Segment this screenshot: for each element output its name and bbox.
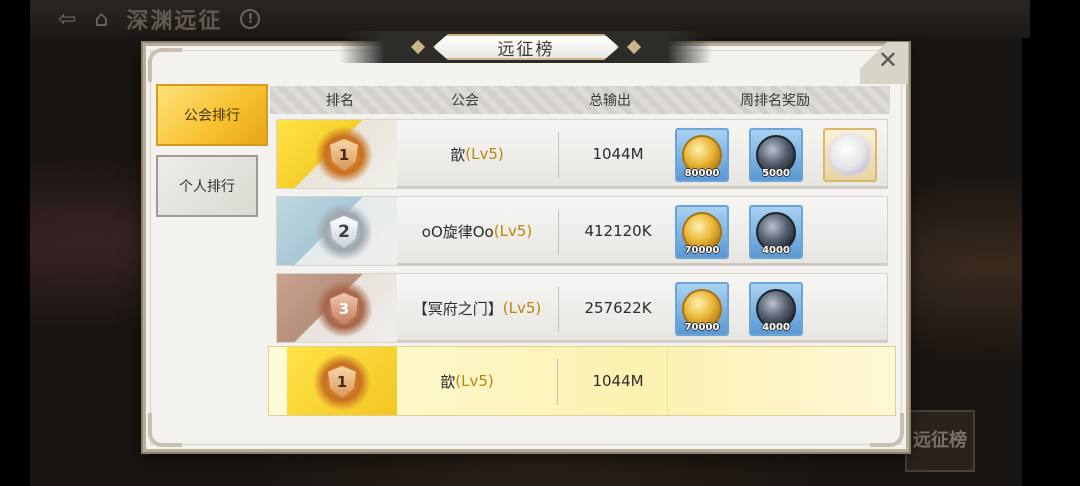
reward-list: 70000 4000 xyxy=(675,205,803,259)
table-row[interactable]: 1 歆 (Lv5) 1044M 80000 5000 xyxy=(276,119,888,189)
tab-guild-ranking[interactable]: 公会排行 xyxy=(156,84,268,146)
reward-qty: 4000 xyxy=(762,322,790,333)
guild-name: 歆 xyxy=(450,145,466,164)
tab-label: 公会排行 xyxy=(184,108,240,124)
tab-label: 个人排行 xyxy=(179,179,235,195)
dialog-title-plate: 远征榜 xyxy=(340,31,712,63)
guild-name-cell: 歆 (Lv5) xyxy=(397,120,557,188)
reward-qty: 80000 xyxy=(684,168,720,179)
guild-level: (Lv5) xyxy=(465,145,504,163)
guild-name-cell: 【冥府之门】 (Lv5) xyxy=(397,274,557,342)
guild-name: oO旋律Oo xyxy=(421,222,494,241)
corner-ornament xyxy=(148,413,182,447)
total-damage: 412120K xyxy=(584,222,652,240)
guild-name: 歆 xyxy=(440,372,456,391)
reward-qty: 5000 xyxy=(762,168,790,179)
reward-item[interactable]: 70000 xyxy=(675,205,729,259)
reward-item[interactable]: 80000 xyxy=(675,128,729,182)
total-damage: 1044M xyxy=(592,372,644,390)
total-damage: 1044M xyxy=(592,145,644,163)
table-row[interactable]: 2 oO旋律Oo (Lv5) 412120K 70000 4000 xyxy=(276,196,888,266)
expedition-rank-button[interactable]: 远征榜 xyxy=(905,410,975,472)
diamond-ornament-icon xyxy=(410,39,426,55)
page-title: 深渊远征 xyxy=(126,8,223,34)
info-icon[interactable]: ! xyxy=(240,9,261,29)
table-row[interactable]: 3 【冥府之门】 (Lv5) 257622K 70000 4000 xyxy=(276,273,888,343)
header-guild: 公会 xyxy=(451,93,479,109)
table-header: 排名 公会 总输出 周排名奖励 xyxy=(270,86,890,114)
guild-name-cell: oO旋律Oo (Lv5) xyxy=(397,197,557,265)
close-icon: ✕ xyxy=(877,46,898,74)
reward-item[interactable]: 5000 xyxy=(749,128,803,182)
corner-ornament xyxy=(148,48,182,82)
reward-item[interactable]: 4000 xyxy=(749,282,803,336)
divider xyxy=(667,347,668,415)
bronze-medal-icon: 3 xyxy=(315,280,373,338)
reward-list: 70000 4000 xyxy=(675,282,803,336)
tab-personal-ranking[interactable]: 个人排行 xyxy=(156,155,258,217)
gold-medal-icon: 1 xyxy=(313,353,371,411)
guild-name-cell: 歆 (Lv5) xyxy=(387,347,547,415)
avatar-frame-icon xyxy=(830,135,870,175)
guild-level: (Lv5) xyxy=(455,372,494,390)
guild-name: 【冥府之门】 xyxy=(412,299,503,318)
reward-qty: 4000 xyxy=(762,245,790,256)
header-weekly-reward: 周排名奖励 xyxy=(740,93,810,109)
home-icon[interactable]: ⌂ xyxy=(94,7,108,32)
divider xyxy=(557,359,558,405)
header-damage: 总输出 xyxy=(589,93,631,109)
guild-level: (Lv5) xyxy=(502,299,542,317)
close-button[interactable]: ✕ xyxy=(860,42,908,84)
back-icon[interactable]: ⇦ xyxy=(58,7,76,32)
total-damage: 257622K xyxy=(584,299,652,317)
screen-edge-left xyxy=(0,0,30,486)
header-rank: 排名 xyxy=(326,93,354,109)
silver-medal-icon: 2 xyxy=(315,203,373,261)
reward-list: 80000 5000 xyxy=(675,128,877,182)
diamond-ornament-icon xyxy=(626,39,642,55)
screen-edge-right xyxy=(1022,0,1080,486)
gold-medal-icon: 1 xyxy=(315,126,373,184)
corner-ornament xyxy=(870,413,904,447)
dialog-title: 远征榜 xyxy=(433,34,619,60)
reward-item[interactable]: 70000 xyxy=(675,282,729,336)
guild-level: (Lv5) xyxy=(493,222,533,240)
my-guild-row: 1 歆 (Lv5) 1044M xyxy=(268,346,896,416)
reward-item[interactable]: 4000 xyxy=(749,205,803,259)
reward-item[interactable] xyxy=(823,128,877,182)
reward-qty: 70000 xyxy=(684,245,720,256)
reward-qty: 70000 xyxy=(684,322,720,333)
